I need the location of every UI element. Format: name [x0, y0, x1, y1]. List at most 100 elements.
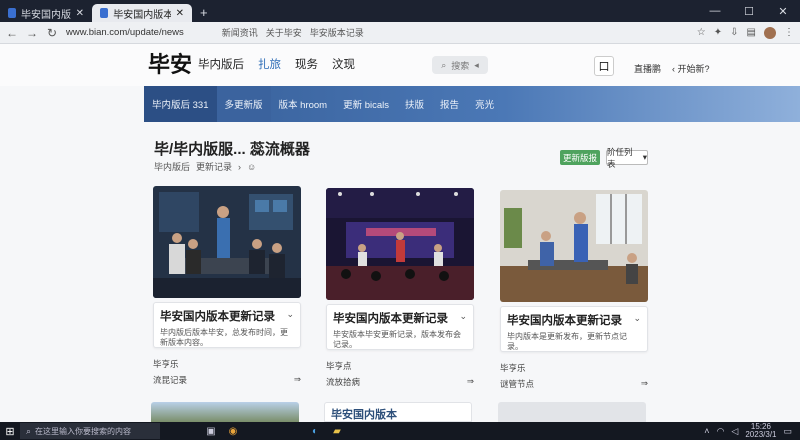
arrow-right-icon: ⇒ — [640, 378, 648, 388]
bookmark-item[interactable]: 关于毕安 — [266, 26, 302, 39]
top-nav-item-active[interactable]: 扎旅 — [258, 56, 281, 72]
card-link-label: 流放拾病 — [326, 377, 361, 387]
browser-tab-bar: 毕安国内版本更新记录 ✕ 毕安国内版本 update ✕ + — ☐ ✕ — [0, 0, 800, 22]
star-icon[interactable]: ☆ — [697, 27, 706, 38]
url-field[interactable]: www.bian.com/update/news — [66, 27, 184, 38]
header-link-start[interactable]: ‹ 开始新? — [672, 62, 710, 75]
windows-start-icon[interactable]: ⊞ — [0, 425, 20, 438]
folder-icon[interactable]: ▰ — [326, 426, 348, 437]
chevron-right-icon: › — [238, 161, 242, 172]
bookmark-item[interactable]: 毕安版本记录 — [310, 26, 364, 39]
close-tab-icon[interactable]: ✕ — [176, 8, 184, 19]
card-link[interactable]: 谜管节点 ⇒ — [500, 378, 648, 390]
chevron-down-icon[interactable]: ⌄ — [286, 309, 294, 320]
news-card[interactable]: 毕安国内版本更新记录 ⌄ 毕内版后版本毕安，总发布时间，更新版本内容。 毕亨乐 … — [153, 186, 301, 386]
close-window-button[interactable]: ✕ — [766, 5, 800, 18]
card-meta: 毕亨乐 — [153, 359, 179, 369]
breadcrumb-item[interactable]: 更新记录 — [196, 160, 232, 173]
clock[interactable]: 15:26 2023/3/1 — [745, 423, 776, 439]
arrow-right-icon: ⇒ — [466, 376, 474, 386]
news-card[interactable]: 毕安国内版本更新记录 ⌄ 毕安版本毕安更新记录，版本发布会记录。 毕亨点 流放拾… — [326, 188, 474, 388]
chevron-icon: ◂ — [474, 59, 479, 70]
volume-icon[interactable]: ◁ — [731, 426, 738, 437]
subnav-item[interactable]: 版本 hroom — [271, 86, 336, 122]
subnav-item[interactable]: 更新 bicals — [335, 86, 397, 122]
card-title[interactable]: 毕安国内版本更新记录 — [507, 312, 641, 328]
chevron-down-icon[interactable]: ⌄ — [459, 311, 467, 322]
bookmark-item[interactable]: 新闻资讯 — [222, 26, 258, 39]
subnav-item[interactable]: 报告 — [432, 86, 467, 122]
section-subnav: 毕内版后 331 多更新版 版本 hroom 更新 bicals 扶版 报告 亮… — [144, 86, 800, 122]
bookmark-button[interactable]: 口 — [594, 56, 614, 76]
subnav-item-active[interactable]: 毕内版后 331 — [144, 86, 217, 122]
network-icon[interactable]: ◠ — [717, 426, 725, 437]
favicon-icon — [8, 8, 16, 18]
list-select[interactable]: 阶任列表 ▾ — [606, 147, 648, 169]
breadcrumb-item[interactable]: 毕内版后 — [154, 160, 190, 173]
chrome-icon[interactable]: ◉ — [222, 426, 244, 437]
browser-tab-active[interactable]: 毕安国内版本 update ✕ — [92, 4, 192, 22]
header-link[interactable]: 直播鹏 — [634, 62, 661, 75]
forward-icon[interactable]: → — [26, 26, 38, 40]
card-title[interactable]: 毕安国内版本更新记录 — [333, 310, 467, 326]
card-description: 毕内版后版本毕安，总发布时间，更新版本内容。 — [160, 328, 288, 348]
taskbar-search-placeholder: 在这里输入你要搜索的内容 — [35, 426, 132, 436]
chevron-down-icon[interactable]: ⌄ — [633, 313, 641, 324]
top-nav-item[interactable]: 汶现 — [332, 56, 355, 72]
card-link[interactable]: 流放拾病 ⇒ — [326, 376, 474, 388]
card-title: 毕安国内版本 — [331, 409, 397, 421]
breadcrumb: 毕内版后 更新记录 › ☺ — [154, 160, 256, 173]
search-icon: ⌕ — [26, 425, 32, 436]
news-card[interactable]: 毕安国内版本更新记录 ⌄ 毕内版本是更新发布，更新节点记录。 毕亨乐 谜管节点 … — [500, 190, 648, 390]
reading-list-icon[interactable]: ▤ — [747, 27, 756, 38]
tab-label: 毕安国内版本 update — [113, 9, 171, 21]
taskbar-search[interactable]: ⌕ 在这里输入你要搜索的内容 — [20, 423, 160, 439]
update-button[interactable]: 更新版报 — [560, 150, 600, 165]
header-link-label: 开始新? — [677, 64, 710, 74]
card-link[interactable]: 流昆记录 ⇒ — [153, 374, 301, 386]
site-logo[interactable]: 毕安 — [148, 47, 192, 79]
download-icon[interactable]: ⇩ — [730, 27, 738, 38]
search-icon: ⌕ — [441, 59, 447, 70]
card-photo — [500, 190, 648, 302]
browser-tab[interactable]: 毕安国内版本更新记录 ✕ — [0, 4, 92, 22]
smile-icon[interactable]: ☺ — [247, 162, 256, 172]
card-title[interactable]: 毕安国内版本更新记录 — [160, 308, 294, 324]
profile-avatar[interactable] — [764, 26, 776, 39]
news-card-partial[interactable] — [151, 402, 299, 422]
os-taskbar: ⊞ ⌕ 在这里输入你要搜索的内容 ▣ ◉ ◐ ▰ ˄ ◠ ◁ 15:26 202… — [0, 422, 800, 440]
card-body: 毕安国内版本更新记录 ⌄ 毕内版后版本毕安，总发布时间，更新版本内容。 — [153, 302, 301, 348]
back-icon[interactable]: ← — [6, 26, 18, 40]
top-nav: 毕内版后 扎旅 现务 汶现 — [198, 56, 355, 72]
minimize-button[interactable]: — — [698, 5, 732, 17]
close-tab-icon[interactable]: ✕ — [76, 8, 84, 19]
top-nav-item[interactable]: 现务 — [295, 56, 318, 72]
search-label: 搜索 — [451, 60, 470, 71]
menu-icon[interactable]: ⋮ — [784, 27, 794, 38]
page-title: 毕/毕内版服... 蕊流概器 — [154, 141, 310, 158]
news-card-partial[interactable]: 毕安国内版本 — [324, 402, 472, 422]
card-body: 毕安国内版本更新记录 ⌄ 毕安版本毕安更新记录，版本发布会记录。 — [326, 304, 474, 350]
extension-icon[interactable]: ✦ — [714, 27, 722, 38]
card-link-label: 谜管节点 — [500, 379, 535, 389]
subnav-item[interactable]: 亮光 — [467, 86, 502, 122]
edge-icon[interactable]: ◐ — [304, 426, 326, 437]
maximize-button[interactable]: ☐ — [732, 5, 766, 18]
list-select-label: 阶任列表 — [607, 146, 633, 169]
chevron-up-icon[interactable]: ˄ — [704, 426, 709, 436]
address-bar: ← → ↻ www.bian.com/update/news 新闻资讯 关于毕安… — [0, 22, 800, 44]
tab-label: 毕安国内版本更新记录 — [21, 9, 71, 21]
card-description: 毕安版本毕安更新记录，版本发布会记录。 — [333, 330, 461, 350]
subnav-item[interactable]: 多更新版 — [216, 86, 271, 122]
reload-icon[interactable]: ↻ — [46, 26, 58, 40]
top-nav-item[interactable]: 毕内版后 — [198, 56, 244, 72]
subnav-item[interactable]: 扶版 — [397, 86, 432, 122]
favicon-icon — [100, 8, 109, 18]
news-card-partial[interactable] — [498, 402, 646, 422]
site-header: 毕安 毕内版后 扎旅 现务 汶现 ⌕ 搜索 ◂ 口 直播鹏 ‹ 开始新? — [0, 44, 800, 86]
card-meta: 毕亨乐 — [500, 363, 526, 373]
site-search[interactable]: ⌕ 搜索 ◂ — [432, 56, 488, 74]
notification-icon[interactable]: ▭ — [783, 426, 792, 437]
new-tab-button[interactable]: + — [192, 5, 216, 22]
task-view-icon[interactable]: ▣ — [200, 426, 222, 437]
